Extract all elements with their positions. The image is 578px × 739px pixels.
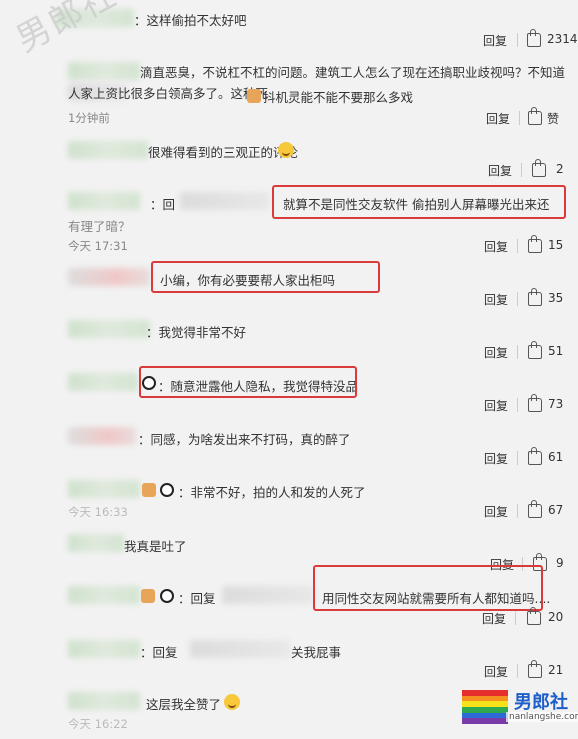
avatar-icon: [247, 89, 261, 103]
comment-time: 1分钟前: [68, 111, 110, 125]
like-icon[interactable]: [528, 660, 542, 678]
rainbow-logo: [462, 690, 508, 724]
like-icon[interactable]: [528, 394, 542, 412]
reply-prefix: ：回: [150, 197, 176, 212]
reply-button[interactable]: 回复: [486, 110, 510, 127]
reply-button[interactable]: 回复: [484, 238, 508, 255]
reply-button[interactable]: 回复: [484, 344, 508, 361]
reply-button[interactable]: 回复: [484, 291, 508, 308]
like-count: 2314: [547, 32, 578, 46]
like-count: 35: [548, 291, 564, 305]
reply-prefix: ：回复: [178, 591, 216, 606]
like-icon[interactable]: [528, 107, 542, 125]
smile-emoji-icon: [278, 142, 294, 158]
like-count: 67: [548, 503, 564, 517]
like-count: 51: [548, 344, 564, 358]
like-count: 73: [548, 397, 564, 411]
like-count: 15: [548, 238, 564, 252]
site-logo-url: nanlangshe.com: [506, 712, 578, 722]
comment-time: 今天 17:31: [68, 239, 128, 253]
like-icon[interactable]: [528, 447, 542, 465]
laugh-emoji-icon: [224, 694, 240, 710]
comment-text: ：这样偷拍不太好吧: [134, 13, 247, 28]
like-icon[interactable]: [528, 235, 542, 253]
reply-button[interactable]: 回复: [484, 663, 508, 680]
like-count: 2: [556, 162, 564, 176]
like-count: 21: [548, 663, 564, 677]
like-icon[interactable]: [532, 159, 546, 177]
reply-button[interactable]: 回复: [484, 503, 508, 520]
reply-prefix: ：回复: [140, 645, 178, 660]
reply-button[interactable]: 回复: [484, 450, 508, 467]
like-count: 20: [548, 610, 564, 624]
comment-text: 关我屁事: [291, 645, 342, 660]
highlight-box: [272, 185, 566, 219]
like-icon[interactable]: [528, 341, 542, 359]
comment-text: 很难得看到的三观正的评论: [148, 145, 299, 160]
comment-text-overflow: 有理了暗？: [68, 219, 131, 234]
comment-text: ：我觉得非常不好: [146, 325, 247, 340]
like-count: 9: [556, 556, 564, 570]
reply-button[interactable]: 回复: [482, 610, 506, 627]
reply-button[interactable]: 回复: [484, 397, 508, 414]
like-icon[interactable]: [527, 607, 541, 625]
avatar-icon: [141, 589, 155, 603]
comment-text: 我真是吐了: [124, 539, 187, 554]
comment-text: 这层我全赞了: [146, 697, 222, 712]
like-icon[interactable]: [528, 500, 542, 518]
like-icon[interactable]: [528, 288, 542, 306]
reply-button[interactable]: 回复: [483, 32, 507, 49]
comment-text: ：非常不好，拍的人和发的人死了: [178, 485, 366, 500]
comment-text-continued: 抖机灵能不能不要那么多戏: [263, 90, 414, 105]
panda-icon: [160, 483, 174, 497]
highlight-box: [313, 565, 543, 611]
panda-icon: [160, 589, 174, 603]
watermark: 男郎社: [9, 0, 124, 61]
highlight-box: [139, 366, 357, 398]
comment-text: ：同感，为啥发出来不打码，真的醉了: [138, 432, 351, 447]
like-count: 赞: [547, 112, 560, 126]
comment-time: 今天 16:33: [68, 505, 128, 519]
avatar-icon: [142, 483, 156, 497]
reply-button[interactable]: 回复: [488, 162, 512, 179]
like-count: 61: [548, 450, 564, 464]
comment-time: 今天 16:22: [68, 717, 128, 731]
highlight-box: [151, 261, 380, 293]
like-icon[interactable]: [527, 29, 541, 47]
site-logo-text: 男郎社: [514, 692, 568, 713]
